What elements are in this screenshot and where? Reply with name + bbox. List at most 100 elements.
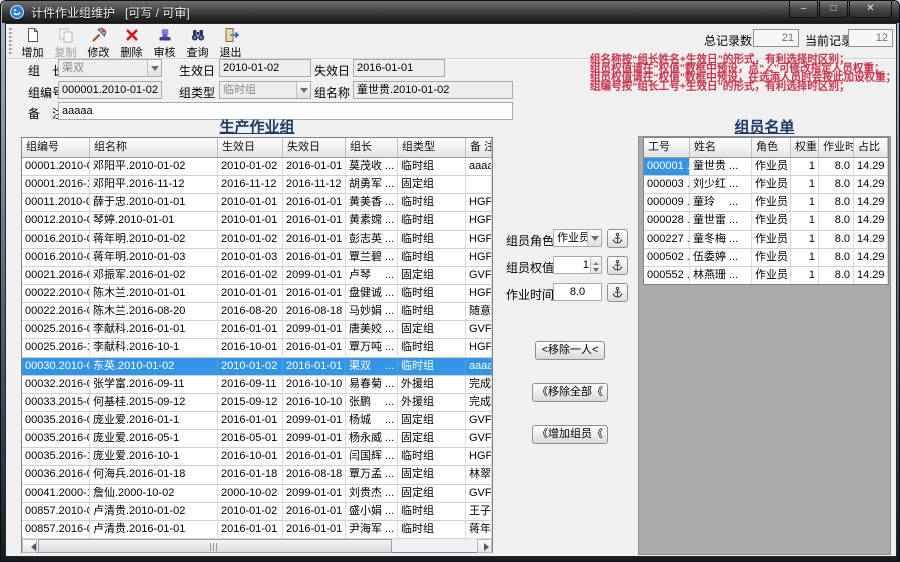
table-cell[interactable]: 固定组 bbox=[398, 321, 466, 339]
table-row[interactable]: 00025.2016-0...李献科.2016-01-012016-01-012… bbox=[22, 321, 492, 340]
table-cell[interactable]: 童世贵 ... bbox=[690, 158, 752, 176]
table-cell[interactable]: GVFDGF bbox=[466, 430, 492, 448]
table-cell[interactable]: 2099-01-01 bbox=[283, 430, 346, 448]
table-cell[interactable]: 000502 ... bbox=[644, 248, 690, 266]
table-cell[interactable]: 2000-10-02 bbox=[218, 484, 283, 502]
column-header[interactable]: 工号 bbox=[644, 138, 690, 157]
table-cell[interactable]: 固定组 bbox=[398, 430, 466, 448]
table-cell[interactable] bbox=[466, 176, 492, 194]
table-cell[interactable]: 2016-01-01 bbox=[218, 411, 283, 430]
table-cell[interactable]: 00041.2000-1... bbox=[22, 484, 90, 502]
table-cell[interactable]: 黄素嫦 ... bbox=[346, 212, 398, 230]
table-cell[interactable]: 临时组 bbox=[398, 194, 466, 212]
table-cell[interactable]: 彭志英 ... bbox=[346, 230, 398, 248]
table-cell[interactable]: GVFDGF bbox=[466, 411, 492, 430]
table-cell[interactable]: 2016-10-01 bbox=[218, 448, 283, 466]
member-role-combo[interactable]: 作业员 bbox=[553, 229, 602, 247]
table-cell[interactable]: 易春菊 ... bbox=[346, 375, 398, 393]
effective-date-field[interactable]: 2010-01-02 bbox=[219, 59, 311, 77]
members-table[interactable]: 工号姓名角色权重作业时占比000001 ...童世贵 ...作业员18.014.… bbox=[643, 137, 889, 285]
table-row[interactable]: 00011.2010-0...薛于忠.2010-01-012010-01-012… bbox=[22, 194, 492, 213]
table-cell[interactable]: 2016-01-01 bbox=[283, 212, 346, 230]
table-cell[interactable]: 庞业爱.2016-10-1 bbox=[90, 448, 218, 466]
table-cell[interactable]: 完成工 bbox=[466, 393, 492, 411]
table-cell[interactable]: 固定组 bbox=[398, 176, 466, 194]
table-cell[interactable]: 马妙娟 ... bbox=[346, 303, 398, 321]
table-cell[interactable]: 卢清贵.2016-01-01 bbox=[90, 520, 218, 538]
leader-combo[interactable]: 渠双 bbox=[58, 59, 162, 77]
table-row[interactable]: 000028 ...童世雷 ...作业员18.014.29 bbox=[644, 212, 888, 231]
table-cell[interactable]: 000028 ... bbox=[644, 212, 690, 230]
table-cell[interactable]: 2016-01-01 bbox=[283, 158, 346, 176]
table-cell[interactable]: 唐美姣 ... bbox=[346, 321, 398, 339]
column-header[interactable]: 失效日 bbox=[283, 138, 346, 157]
table-cell[interactable]: 00032.2016-0... bbox=[22, 375, 90, 393]
remove-one-button[interactable]: <移除一人< bbox=[535, 341, 605, 360]
table-cell[interactable]: 林翠叶 bbox=[466, 466, 492, 484]
table-cell[interactable]: 2016-01-01 bbox=[283, 448, 346, 466]
table-cell[interactable]: 2016-01-01 bbox=[283, 284, 346, 303]
column-header[interactable]: 组类型 bbox=[398, 138, 466, 157]
table-cell[interactable]: 00016.2010-0... bbox=[22, 230, 90, 248]
table-cell[interactable]: 临时组 bbox=[398, 357, 466, 375]
table-cell[interactable]: 00030.2010-0... bbox=[22, 357, 90, 375]
scroll-right-icon[interactable] bbox=[477, 539, 492, 553]
table-cell[interactable]: 陈木兰.2010-01-01 bbox=[90, 284, 218, 303]
table-cell[interactable]: 00857.2016-0... bbox=[22, 520, 90, 538]
table-cell[interactable]: 2016-01-01 bbox=[218, 321, 283, 339]
table-cell[interactable]: 临时组 bbox=[398, 303, 466, 321]
table-cell[interactable]: 何海兵.2016-01-18 bbox=[90, 466, 218, 484]
table-cell[interactable]: aaaaa bbox=[466, 357, 492, 375]
table-cell[interactable]: 临时组 bbox=[398, 248, 466, 266]
table-cell[interactable]: 14.29 bbox=[854, 212, 888, 230]
table-cell[interactable]: 14.29 bbox=[854, 248, 888, 266]
table-cell[interactable]: 固定组 bbox=[398, 484, 466, 502]
remove-all-button[interactable]: 《移除全部《 bbox=[532, 383, 608, 402]
table-cell[interactable]: 1 bbox=[791, 266, 819, 284]
table-cell[interactable]: 莫茂收 ... bbox=[346, 158, 398, 176]
table-cell[interactable]: 固定组 bbox=[398, 266, 466, 284]
table-cell[interactable]: 覃兰碧 ... bbox=[346, 248, 398, 266]
table-cell[interactable]: 黄美香 ... bbox=[346, 194, 398, 212]
table-cell[interactable]: 2016-01-01 bbox=[218, 520, 283, 538]
column-header[interactable]: 姓名 bbox=[690, 138, 752, 157]
table-cell[interactable]: 000009 ... bbox=[644, 194, 690, 212]
table-cell[interactable]: 何基桂.2015-09-12 bbox=[90, 393, 218, 411]
horizontal-scrollbar[interactable] bbox=[22, 538, 492, 553]
column-header[interactable]: 角色 bbox=[752, 138, 791, 157]
table-cell[interactable]: 张学富.2016-09-11 bbox=[90, 375, 218, 393]
table-cell[interactable]: 童冬梅 ... bbox=[690, 230, 752, 248]
toolbar-button-new-doc[interactable]: 增加 bbox=[16, 26, 49, 59]
table-row[interactable]: 00001.2010-0...邓阳平.2010-01-022010-01-022… bbox=[22, 158, 492, 177]
table-cell[interactable]: 00001.2016-1... bbox=[22, 176, 90, 194]
table-cell[interactable]: 东英.2010-01-02 bbox=[90, 357, 218, 375]
table-cell[interactable]: 00012.2010-0... bbox=[22, 212, 90, 230]
table-cell[interactable]: 2016-01-02 bbox=[218, 266, 283, 284]
table-cell[interactable]: 00033.2015-0... bbox=[22, 393, 90, 411]
table-cell[interactable]: aaaaa bbox=[466, 158, 492, 176]
table-row[interactable]: 000227 ...童冬梅 ...作业员18.014.29 bbox=[644, 230, 888, 249]
table-cell[interactable]: 外援组 bbox=[398, 393, 466, 411]
table-cell[interactable]: 陈木兰.2016-08-20 bbox=[90, 303, 218, 321]
table-cell[interactable]: 李献科.2016-10-1 bbox=[90, 339, 218, 357]
table-cell[interactable]: 2016-08-18 bbox=[283, 303, 346, 321]
table-cell[interactable]: 8.0 bbox=[819, 194, 854, 212]
table-cell[interactable]: 2016-01-01 bbox=[283, 194, 346, 212]
table-row[interactable]: 000001 ...童世贵 ...作业员18.014.29 bbox=[644, 158, 888, 177]
table-cell[interactable]: 00035.2016-01-1 bbox=[22, 411, 90, 430]
table-cell[interactable]: 000001 ... bbox=[644, 158, 690, 176]
table-cell[interactable]: 随意 bbox=[466, 303, 492, 321]
table-row[interactable]: 00022.2010-0...陈木兰.2010-01-012010-01-012… bbox=[22, 284, 492, 304]
table-cell[interactable]: 刘少红 ... bbox=[690, 176, 752, 194]
table-cell[interactable]: 琴婷.2010-01-01 bbox=[90, 212, 218, 230]
table-cell[interactable]: 2016-01-01 bbox=[283, 520, 346, 538]
table-cell[interactable]: 林燕珊 ... bbox=[690, 266, 752, 284]
table-row[interactable]: 00036.2016-0...何海兵.2016-01-182016-01-182… bbox=[22, 466, 492, 485]
table-cell[interactable]: 临时组 bbox=[398, 158, 466, 176]
table-cell[interactable]: 覃万吨 ... bbox=[346, 339, 398, 357]
table-row[interactable]: 00012.2010-0...琴婷.2010-01-012010-01-0120… bbox=[22, 212, 492, 231]
table-cell[interactable]: 2099-01-01 bbox=[283, 321, 346, 339]
table-cell[interactable]: 王子山 bbox=[466, 502, 492, 520]
table-row[interactable]: 000003 ...刘少红 ...作业员18.014.29 bbox=[644, 176, 888, 195]
table-cell[interactable]: 刘贵杰 ... bbox=[346, 484, 398, 502]
